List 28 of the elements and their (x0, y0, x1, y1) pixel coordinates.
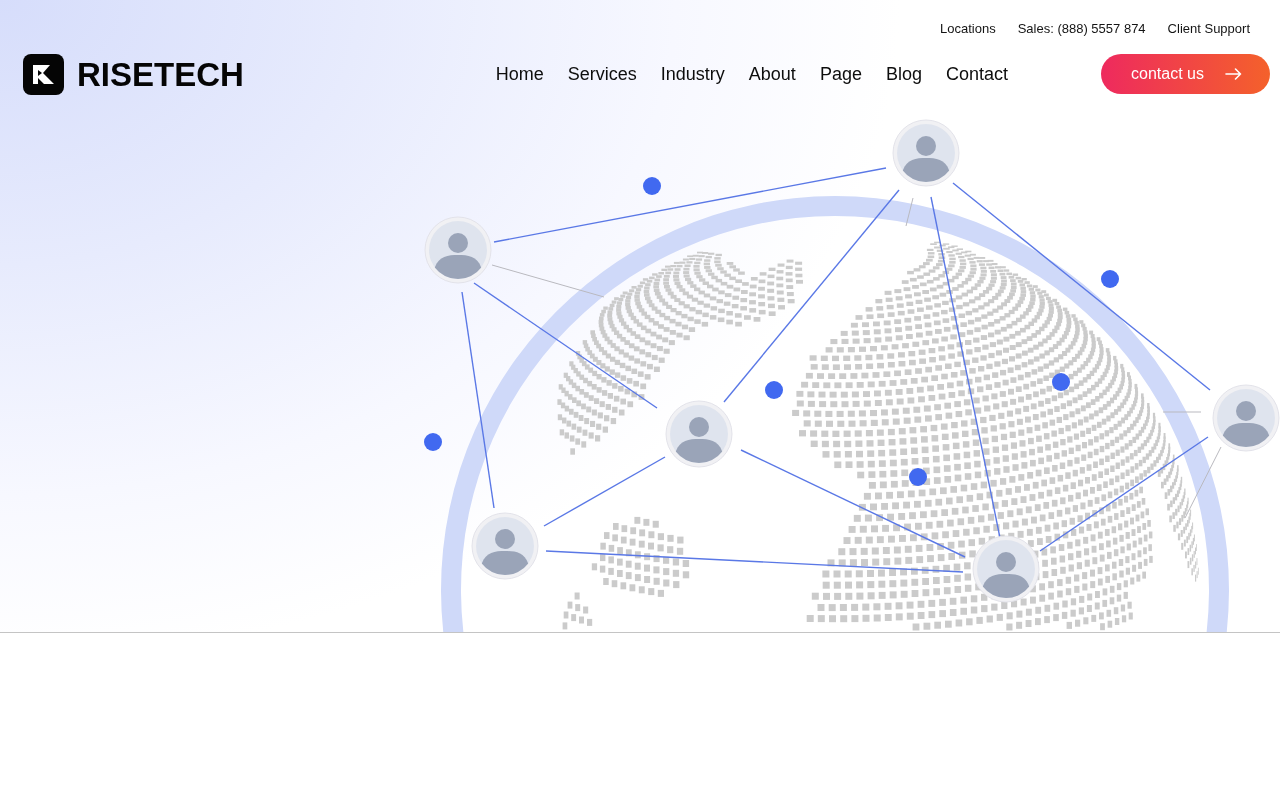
avatar-icon (665, 400, 733, 468)
nav-link[interactable]: Home (495, 63, 544, 85)
leader-line (1162, 411, 1202, 413)
dot-icon (1052, 373, 1070, 391)
nav-link[interactable]: Page (819, 63, 862, 85)
leader-line (905, 197, 914, 227)
top-bar-link[interactable]: Client Support (1167, 21, 1250, 37)
nav-link[interactable]: About (748, 63, 796, 85)
nav-link[interactable]: Blog (885, 63, 922, 85)
nav-link[interactable]: Services (567, 63, 637, 85)
avatar-icon (1212, 384, 1280, 452)
avatar-icon (471, 512, 539, 580)
nav-link[interactable]: Contact (945, 63, 1008, 85)
avatar-icon (972, 535, 1040, 603)
dot-icon (1101, 270, 1119, 288)
nav-link[interactable]: Industry (660, 63, 725, 85)
logo-text[interactable]: RISETECH (77, 57, 244, 91)
logo-icon[interactable] (23, 53, 64, 95)
dot-icon (643, 177, 661, 195)
dot-icon (424, 433, 442, 451)
top-bar-link[interactable]: Sales: (888) 5557 874 (1017, 21, 1146, 37)
top-bar-link[interactable]: Locations (940, 21, 996, 37)
arrow-icon (1225, 68, 1242, 80)
avatar-icon (892, 119, 960, 187)
dot-icon (765, 381, 783, 399)
contact-button[interactable]: contact us (1101, 54, 1270, 94)
dot-icon (909, 468, 927, 486)
avatar-icon (424, 216, 492, 284)
